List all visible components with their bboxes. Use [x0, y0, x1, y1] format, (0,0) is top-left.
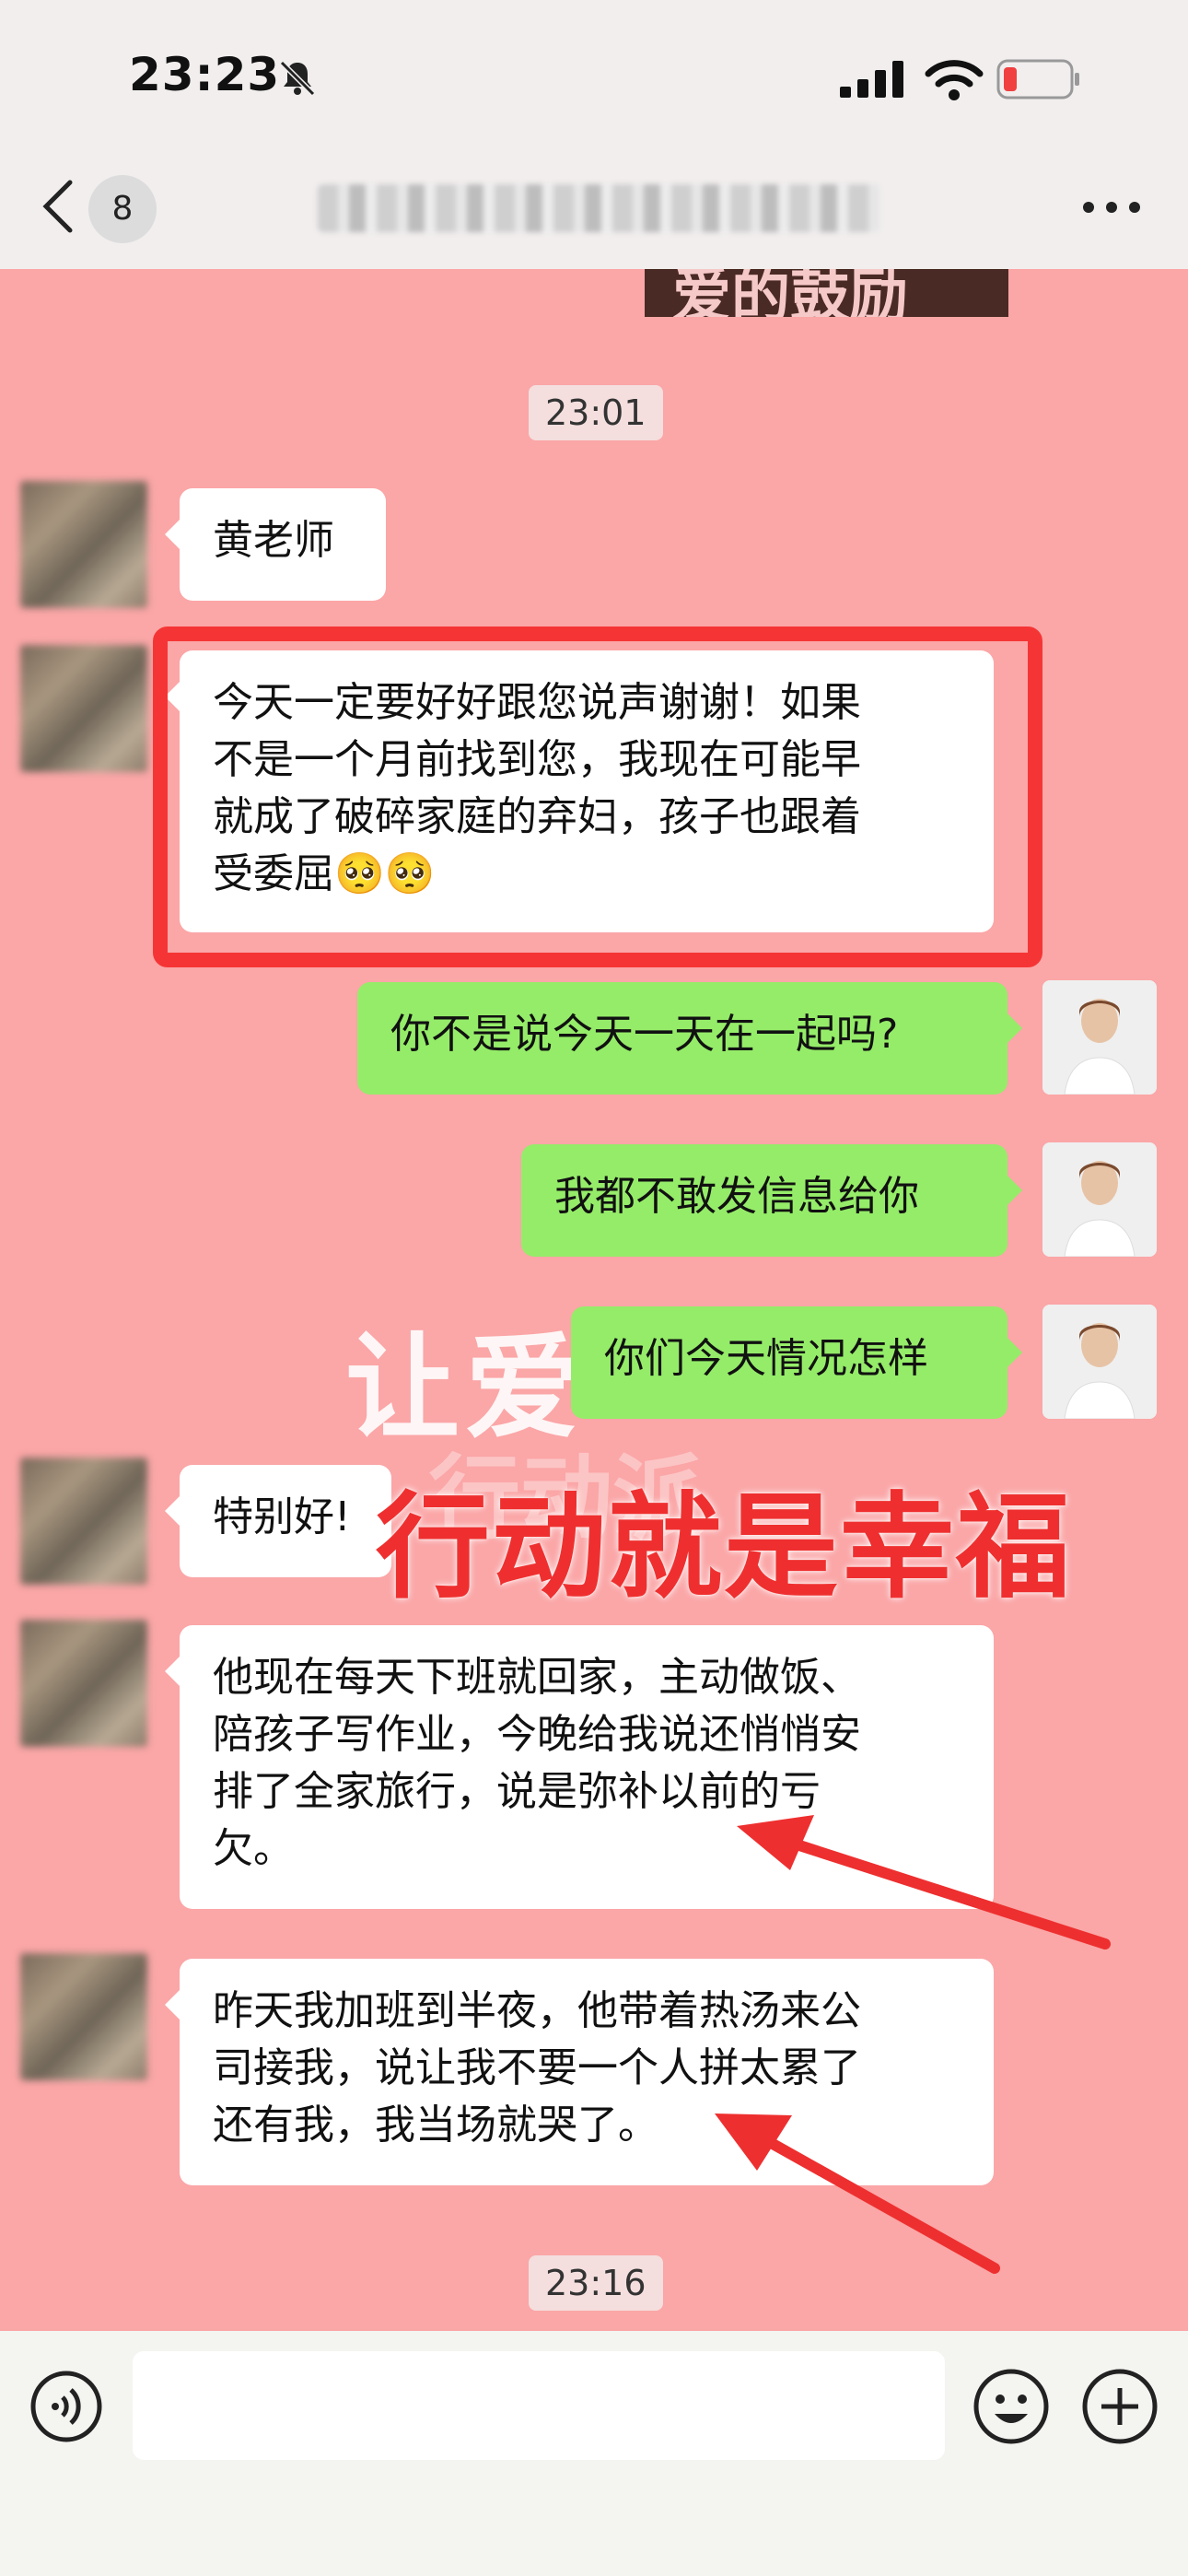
- highlight-box: [153, 626, 1042, 967]
- voice-icon[interactable]: [29, 2370, 103, 2443]
- contact-avatar[interactable]: [20, 1458, 147, 1585]
- contact-avatar[interactable]: [20, 645, 147, 772]
- message-bubble-sent[interactable]: 你们今天情况怎样: [571, 1306, 1022, 1419]
- message-line: 昨天我加班到半夜，他带着热汤来公: [213, 1987, 861, 2034]
- battery-low-icon: [996, 59, 1079, 100]
- timestamp: 23:16: [529, 2255, 663, 2311]
- message-bubble-sent[interactable]: 我都不敢发信息给你: [521, 1144, 1022, 1257]
- message-text: 我都不敢发信息给你: [554, 1173, 919, 1220]
- status-time: 23:23: [129, 48, 281, 101]
- message-text: 你们今天情况怎样: [604, 1335, 928, 1382]
- message-text: 黄老师: [213, 517, 334, 564]
- contact-avatar[interactable]: [20, 1953, 147, 2080]
- red-arrow-icon: [737, 1815, 1111, 1950]
- sticker-image[interactable]: 爱的鼓励: [645, 269, 1008, 317]
- signal-icon: [840, 61, 903, 98]
- user-avatar[interactable]: [1042, 1142, 1157, 1257]
- contact-avatar[interactable]: [20, 481, 147, 608]
- message-bubble-received[interactable]: 特别好!: [165, 1465, 391, 1577]
- headline-overlay: 行动就是幸福: [376, 1481, 1073, 1614]
- unread-count-badge[interactable]: 8: [88, 175, 157, 243]
- message-line: 陪孩子写作业，今晚给我说还悄悄安: [213, 1711, 861, 1758]
- timestamp: 23:01: [529, 385, 663, 440]
- message-line: 他现在每天下班就回家，主动做饭、: [213, 1654, 861, 1701]
- red-arrow-icon: [715, 2113, 1000, 2274]
- message-text: 特别好!: [213, 1493, 351, 1540]
- chat-title-pixelated: [318, 184, 879, 232]
- back-chevron-icon[interactable]: [39, 177, 79, 236]
- emoji-icon[interactable]: [973, 2368, 1050, 2445]
- message-line: 司接我，说让我不要一个人拼太累了: [213, 2044, 861, 2091]
- bell-slash-icon: [279, 60, 316, 97]
- message-text: 你不是说今天一天在一起吗?: [390, 1011, 899, 1058]
- message-input[interactable]: [133, 2351, 945, 2460]
- sticker-text: 爱的鼓励: [672, 269, 908, 317]
- wifi-icon: [925, 60, 984, 100]
- plus-icon[interactable]: [1081, 2368, 1159, 2445]
- message-bubble-received[interactable]: 黄老师: [165, 488, 386, 601]
- contact-avatar[interactable]: [20, 1620, 147, 1747]
- message-bubble-sent[interactable]: 你不是说今天一天在一起吗?: [357, 982, 1022, 1095]
- more-dots-icon[interactable]: [1079, 184, 1144, 230]
- user-avatar[interactable]: [1042, 1305, 1157, 1419]
- user-avatar[interactable]: [1042, 980, 1157, 1095]
